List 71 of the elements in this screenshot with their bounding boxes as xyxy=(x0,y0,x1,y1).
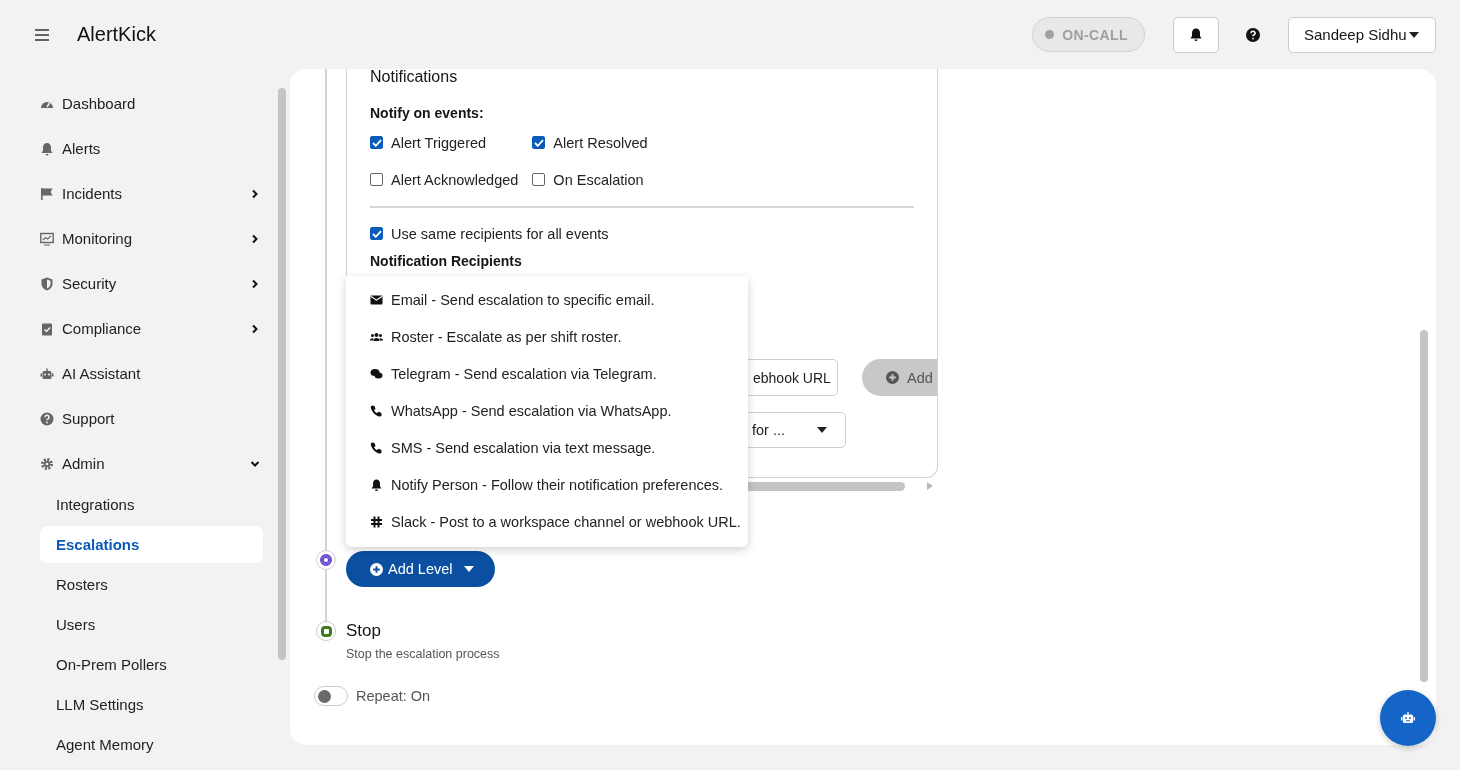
sidebar-subitem[interactable]: Integrations xyxy=(40,486,263,523)
hash-icon xyxy=(370,515,383,528)
sidebar-subitem[interactable]: On-Prem Pollers xyxy=(40,646,263,683)
sidebar-item[interactable]: Admin xyxy=(40,441,278,486)
checkbox-label: Alert Triggered xyxy=(391,134,487,151)
add-level-button[interactable]: Add Level xyxy=(346,551,495,587)
sidebar-subitem[interactable]: LLM Settings xyxy=(40,686,263,723)
plus-circle-icon xyxy=(886,371,899,384)
phone-icon xyxy=(370,441,383,454)
chevron-right-icon xyxy=(250,233,260,244)
chevron-right-icon xyxy=(250,188,260,199)
clipboard-icon xyxy=(40,321,54,336)
phone-icon xyxy=(370,404,383,417)
checkbox[interactable] xyxy=(532,136,546,149)
checkbox[interactable] xyxy=(532,173,546,186)
sidebar-subitem[interactable]: Rosters xyxy=(40,566,263,603)
add-button[interactable]: Add xyxy=(862,359,937,396)
stop-title: Stop xyxy=(346,621,382,641)
caret-down-icon xyxy=(463,566,474,572)
caret-down-icon xyxy=(1409,31,1419,38)
sidebar-item[interactable]: Alerts xyxy=(40,126,278,171)
section-heading: Notifications xyxy=(370,69,459,85)
people-icon xyxy=(370,330,383,343)
bell-icon xyxy=(370,478,383,491)
sidebar-item[interactable]: Dashboard xyxy=(40,81,278,126)
monitor-icon xyxy=(40,231,54,246)
sidebar-subitem[interactable]: Agent Memory xyxy=(40,726,263,763)
notifications-button[interactable] xyxy=(1173,16,1219,53)
plus-circle-icon xyxy=(370,562,383,576)
robot-icon xyxy=(40,366,54,381)
sidebar-subitem[interactable]: Users xyxy=(40,606,263,643)
envelope-icon xyxy=(370,293,383,306)
sidebar-subitem[interactable]: Escalations xyxy=(40,526,263,563)
sidebar-item[interactable]: Support xyxy=(40,396,278,441)
checkbox[interactable] xyxy=(370,227,383,240)
question-icon xyxy=(40,411,54,426)
bell-icon xyxy=(1190,27,1202,42)
menu-item[interactable]: Roster - Escalate as per shift roster. xyxy=(346,318,748,355)
recipients-heading: Notification Recipients xyxy=(370,253,523,269)
caret-down-icon xyxy=(817,427,827,433)
chat-icon xyxy=(370,367,383,380)
checkbox-label: On Escalation xyxy=(553,171,644,188)
events-label: Notify on events: xyxy=(370,105,485,121)
checkbox[interactable] xyxy=(370,136,383,149)
scrollbar-thumb[interactable] xyxy=(1420,330,1428,682)
sidebar-item[interactable]: Monitoring xyxy=(40,216,278,261)
checkbox-label: Alert Resolved xyxy=(553,134,648,151)
menu-icon[interactable] xyxy=(35,28,49,41)
shield-icon xyxy=(40,276,54,291)
bell-icon xyxy=(40,141,54,156)
sidebar-item[interactable]: Security xyxy=(40,261,278,306)
help-icon[interactable] xyxy=(1246,27,1260,42)
repeat-label: Repeat: On xyxy=(356,688,431,704)
app-title: AlertKick xyxy=(77,23,156,46)
checkbox-label: Use same recipients for all events xyxy=(391,225,609,242)
menu-item[interactable]: Notify Person - Follow their notification preferences. xyxy=(346,466,748,503)
scrollbar-thumb[interactable] xyxy=(278,88,286,660)
flag-icon xyxy=(40,186,54,201)
checkbox-label: Alert Acknowledged xyxy=(391,171,519,188)
checkbox[interactable] xyxy=(370,173,383,186)
stop-description: Stop the escalation process xyxy=(346,647,500,661)
menu-item[interactable]: Email - Send escalation to specific email. xyxy=(346,281,748,318)
menu-item[interactable]: Slack - Post to a workspace channel or webhook URL. xyxy=(346,503,748,540)
gear-icon xyxy=(40,456,54,471)
sidebar-item[interactable]: AI Assistant xyxy=(40,351,278,396)
sidebar-item[interactable]: Incidents xyxy=(40,171,278,216)
robot-icon xyxy=(1401,712,1415,724)
user-menu-button[interactable]: Sandeep Sidhu xyxy=(1288,16,1436,53)
chevron-right-icon xyxy=(250,278,260,289)
sidebar-item[interactable]: Compliance xyxy=(40,306,278,351)
chevron-right-icon xyxy=(250,323,260,334)
